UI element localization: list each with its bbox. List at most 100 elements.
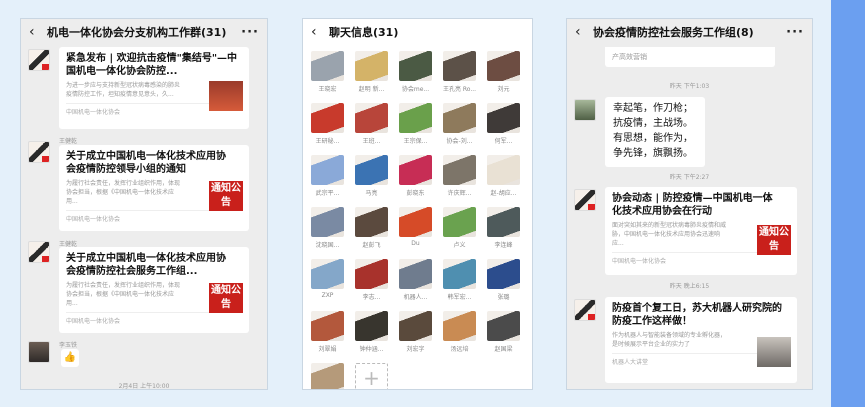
article-source: 中国机电一体化协会 [66, 210, 242, 223]
member-avatar [311, 51, 344, 81]
member-item[interactable]: 许庆辉... [443, 155, 476, 197]
member-item[interactable]: 何军... [487, 103, 520, 145]
member-avatar [311, 259, 344, 289]
article-card[interactable]: 防疫首个复工日，苏大机器人研究院的防疫工作这样做！ 作为机器人与智能装备领域的专… [605, 297, 797, 383]
plus-icon: + [355, 363, 388, 389]
member-item[interactable]: 刘宏字 [399, 311, 432, 353]
member-name: 赵-胡应... [490, 190, 517, 197]
member-name: 汤远培 [450, 346, 469, 353]
member-item[interactable]: 刘翠娟 [311, 311, 344, 353]
member-item[interactable]: 卢义 [443, 207, 476, 249]
member-item[interactable]: 赵国梁 [487, 311, 520, 353]
member-item[interactable]: 沈晓国... [311, 207, 344, 249]
member-item[interactable]: 武宗平... [311, 155, 344, 197]
member-item[interactable]: 汤远培 [443, 311, 476, 353]
member-item[interactable]: 协会me... [399, 51, 432, 93]
member-item[interactable]: 王宗保... [399, 103, 432, 145]
avatar[interactable] [28, 141, 50, 163]
member-item[interactable]: 机器人... [399, 259, 432, 301]
member-avatar [355, 207, 388, 237]
poem-line: 幸起笔，作刀枪； [613, 103, 693, 114]
member-avatar [487, 51, 520, 81]
member-item[interactable]: 韩军宏... [443, 259, 476, 301]
member-avatar [487, 155, 520, 185]
article-thumbnail [209, 81, 243, 111]
member-item[interactable]: 王晓宏 [311, 51, 344, 93]
chat-info-header: ‹ 聊天信息(31) [303, 19, 532, 45]
notice-thumbnail: 通知公告 [757, 225, 791, 255]
member-name: 刘翠娟 [318, 346, 337, 353]
article-card[interactable]: 协会动态 | 防控疫情—中国机电一体化技术应用协会在行动 面对突如其来的新型冠状… [605, 187, 797, 275]
poem-message[interactable]: 幸起笔，作刀枪； 抗疫情，主战场。 有思想，能作为， 争先锋，旗飘扬。 [605, 97, 705, 167]
member-avatar [399, 207, 432, 237]
member-item[interactable]: Du [399, 207, 432, 247]
member-avatar [399, 311, 432, 341]
member-name: 卢义 [453, 242, 466, 249]
member-name: ZXP [321, 292, 334, 299]
back-arrow-icon[interactable]: ‹ [29, 24, 39, 40]
member-item[interactable]: 彭晓东 [399, 155, 432, 197]
member-avatar [487, 259, 520, 289]
chat-header: ‹ 协会疫情防控社会服务工作组(8) ··· [567, 19, 812, 45]
member-item[interactable]: 李志... [355, 259, 388, 301]
group-chat-phone-1: ‹ 机电一体化协会分支机构工作群(31) ··· 紧急发布 | 欢迎抗击疫情"集… [20, 18, 268, 390]
add-member-button[interactable]: + [355, 363, 388, 389]
member-name: 何军... [494, 138, 513, 145]
message-timestamp: 昨天 晚上6:15 [669, 283, 710, 290]
member-name: 王宗保... [403, 138, 428, 145]
member-item[interactable]: 赵明 新... [355, 51, 388, 93]
message-timestamp: 2月4日 上午10:00 [118, 383, 170, 390]
member-name: 协会me... [401, 86, 430, 93]
article-card[interactable]: 紧急发布 | 欢迎抗击疫情"集结号"—中国机电一体化协会防控... 为进一步应与… [59, 47, 249, 129]
article-title: 紧急发布 | 欢迎抗击疫情"集结号"—中国机电一体化协会防控... [66, 53, 238, 77]
article-thumbnail [757, 337, 791, 367]
back-arrow-icon[interactable]: ‹ [311, 24, 321, 40]
member-avatar [355, 51, 388, 81]
avatar[interactable] [28, 341, 50, 363]
avatar[interactable] [574, 99, 596, 121]
member-name: 王研秘... [315, 138, 340, 145]
member-item[interactable] [311, 363, 344, 389]
message-timestamp: 昨天 下午2:27 [669, 174, 710, 181]
previous-message-fragment: 产高效营销 [605, 47, 775, 67]
member-name: 武宗平... [315, 190, 340, 197]
chat-info-title: 聊天信息(31) [329, 26, 399, 39]
member-item[interactable]: 钟仲涵... [355, 311, 388, 353]
member-name: 王班... [362, 138, 381, 145]
member-avatar [487, 207, 520, 237]
member-avatar [399, 155, 432, 185]
member-item[interactable]: 赵彭飞 [355, 207, 388, 249]
member-name: 赵彭飞 [362, 242, 381, 249]
avatar[interactable] [28, 49, 50, 71]
more-options-icon[interactable]: ··· [786, 25, 804, 40]
member-avatar [311, 363, 344, 389]
member-item[interactable]: 协会-刘... [443, 103, 476, 145]
avatar[interactable] [28, 241, 50, 263]
member-avatar [355, 103, 388, 133]
thumbs-up-emoji: 👍 [61, 349, 79, 367]
article-card[interactable]: 关于成立中国机电一体化技术应用协会疫情防控领导小组的通知 为履行社会责任，发挥行… [59, 145, 249, 231]
member-item[interactable]: 王研秘... [311, 103, 344, 145]
article-desc: 面对突如其来的新型冠状病毒肺炎疫情和威胁，中国机电一体化技术应用协会迅速响应..… [612, 222, 727, 247]
member-name: 刘宏字 [406, 346, 425, 353]
avatar[interactable] [574, 189, 596, 211]
member-item[interactable]: 马亮 [355, 155, 388, 197]
member-name: 许庆辉... [447, 190, 472, 197]
member-item[interactable]: ZXP [311, 259, 344, 299]
poem-line: 争先锋，旗飘扬。 [613, 148, 693, 159]
article-title: 关于成立中国机电一体化技术应用协会疫情防控领导小组的通知 [66, 151, 226, 175]
member-item[interactable]: 刘元 [487, 51, 520, 93]
member-name: 刘元 [497, 86, 510, 93]
member-name: 赵国梁 [494, 346, 513, 353]
member-item[interactable]: 王孔亮 Ro... [443, 51, 476, 93]
more-options-icon[interactable]: ··· [241, 25, 259, 40]
avatar[interactable] [574, 299, 596, 321]
member-name: 李志... [362, 294, 381, 301]
member-name: 机器人... [403, 294, 428, 301]
member-item[interactable]: 王班... [355, 103, 388, 145]
member-item[interactable]: 赵-胡应... [487, 155, 520, 197]
article-card[interactable]: 关于成立中国机电一体化技术应用协会疫情防控社会服务工作组... 为履行社会责任，… [59, 247, 249, 333]
member-item[interactable]: 张璐 [487, 259, 520, 301]
member-item[interactable]: 李连峰 [487, 207, 520, 249]
back-arrow-icon[interactable]: ‹ [575, 24, 585, 40]
